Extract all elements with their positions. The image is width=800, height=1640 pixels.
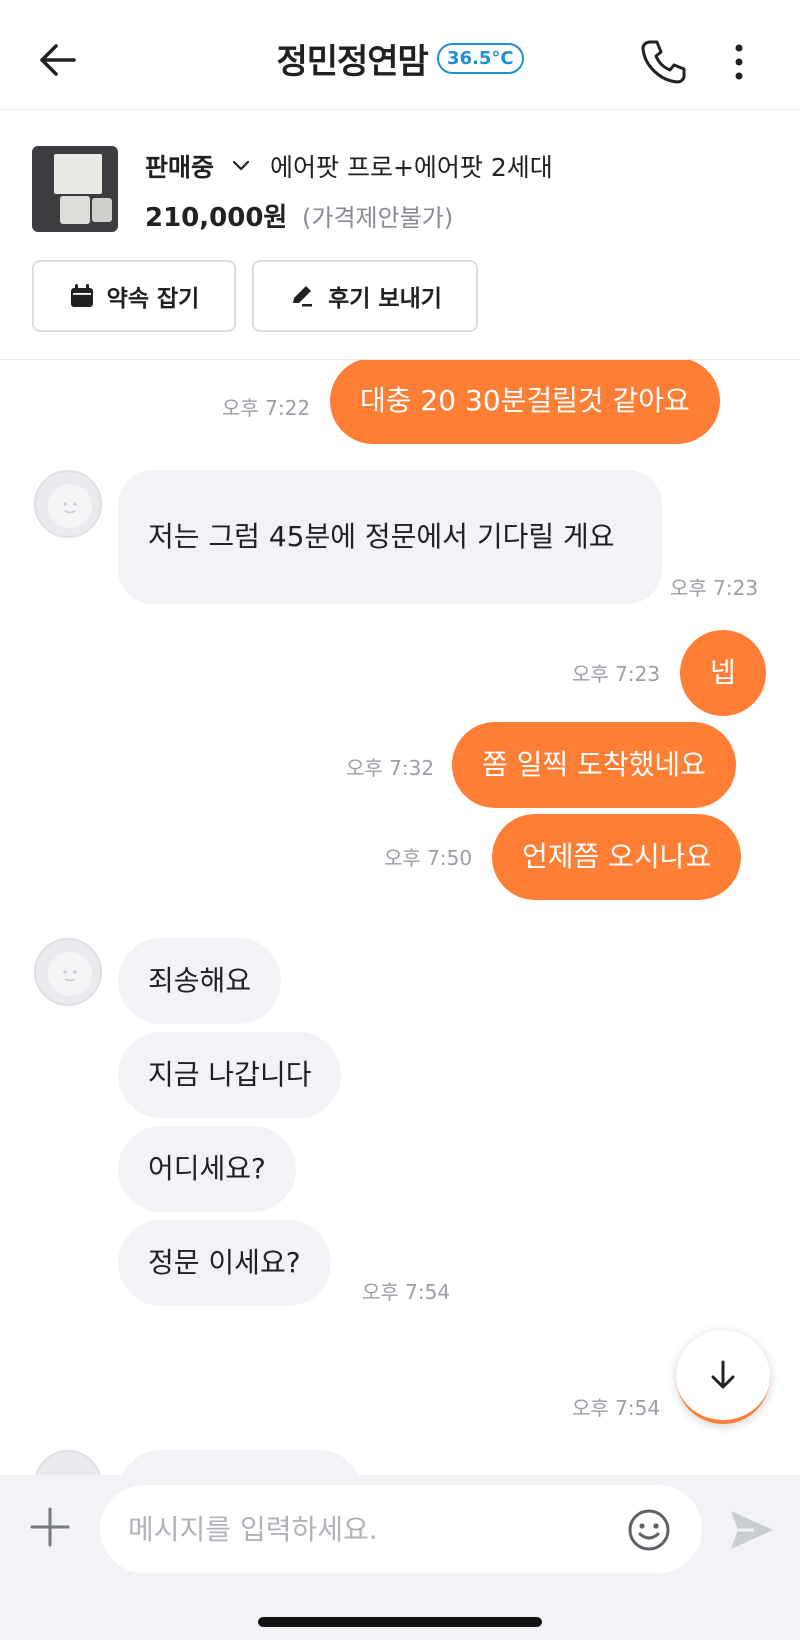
make-appointment-button[interactable]: 약속 잡기 [32, 260, 236, 332]
message-bubble-received[interactable] [118, 1450, 362, 1475]
message-text: 넵 [710, 656, 736, 689]
manner-temperature-badge: 36.5°C [436, 43, 524, 74]
product-case-shape [60, 196, 90, 224]
product-info-bar: 판매중 에어팟 프로+에어팟 2세대 210,000원 (가격제안불가) 약속 … [0, 110, 800, 360]
calendar-icon [70, 284, 93, 307]
message-time: 오후 7:54 [362, 1280, 451, 1304]
message-text: 죄송해요 [148, 964, 252, 997]
message-bubble-received[interactable]: 죄송해요 [118, 938, 282, 1024]
message-time: 오후 7:50 [384, 846, 473, 870]
chat-partner-name: 정민정연맘 [276, 42, 428, 82]
product-title: 에어팟 프로+에어팟 2세대 [270, 153, 553, 182]
message-text: 쫌 일찍 도착했네요 [482, 748, 706, 781]
plus-icon[interactable] [28, 1505, 72, 1549]
message-text: 대충 20 30분걸릴것 같아요 [360, 384, 690, 417]
message-input[interactable] [100, 1485, 702, 1573]
send-review-label: 후기 보내기 [328, 286, 442, 312]
sale-status-dropdown[interactable]: 판매중 [145, 148, 214, 184]
message-bubble-received[interactable]: 저는 그럼 45분에 정문에서 기다릴 게요 [118, 470, 662, 604]
product-thumbnail[interactable] [32, 146, 118, 232]
avatar[interactable] [34, 1450, 102, 1475]
phone-icon[interactable] [638, 36, 688, 86]
make-appointment-label: 약속 잡기 [106, 286, 200, 312]
chevron-down-icon[interactable] [230, 154, 252, 176]
message-text: 언제쯤 오시나요 [522, 840, 712, 873]
message-bubble-sent[interactable]: 넵 [680, 630, 766, 716]
message-bubble-received[interactable]: 정문 이세요? [118, 1220, 331, 1306]
emoji-icon[interactable] [626, 1507, 672, 1553]
message-bubble-sent[interactable]: 대충 20 30분걸릴것 같아요 [330, 360, 720, 444]
price-note: (가격제안불가) [302, 204, 454, 232]
message-bubble-sent[interactable]: 쫌 일찍 도착했네요 [452, 722, 736, 808]
message-time: 오후 7:23 [572, 662, 661, 686]
message-bubble-received[interactable]: 어디세요? [118, 1126, 296, 1212]
arrow-down-icon [711, 1360, 735, 1389]
more-vertical-icon[interactable] [724, 40, 754, 84]
message-text: 정문 이세요? [148, 1246, 301, 1279]
product-case-shape [92, 198, 112, 222]
pencil-icon [293, 286, 313, 307]
message-time: 오후 7:32 [346, 756, 435, 780]
home-indicator [258, 1617, 542, 1627]
product-price: 210,000원 [145, 203, 288, 233]
send-icon[interactable] [728, 1507, 776, 1553]
message-time: 오후 7:22 [222, 396, 311, 420]
message-time: 오후 7:23 [670, 576, 759, 600]
message-bubble-sent[interactable]: 언제쯤 오시나요 [492, 814, 742, 900]
product-box-shape [54, 154, 102, 194]
send-review-button[interactable]: 후기 보내기 [252, 260, 478, 332]
avatar[interactable] [34, 470, 102, 538]
avatar[interactable] [34, 938, 102, 1006]
message-text: 저는 그럼 45분에 정문에서 기다릴 게요 [148, 520, 615, 553]
message-text: 지금 나갑니다 [148, 1058, 312, 1091]
message-text: 어디세요? [148, 1152, 266, 1185]
message-list[interactable]: 오후 7:22 대충 20 30분걸릴것 같아요 저는 그럼 45분에 정문에서… [0, 360, 800, 1475]
message-bubble-received[interactable]: 지금 나갑니다 [118, 1032, 342, 1118]
message-time: 오후 7:54 [572, 1396, 661, 1420]
scroll-to-bottom-button[interactable] [676, 1330, 770, 1424]
chat-header: 정민정연맘 36.5°C [0, 0, 800, 110]
message-input-bar [0, 1475, 800, 1640]
